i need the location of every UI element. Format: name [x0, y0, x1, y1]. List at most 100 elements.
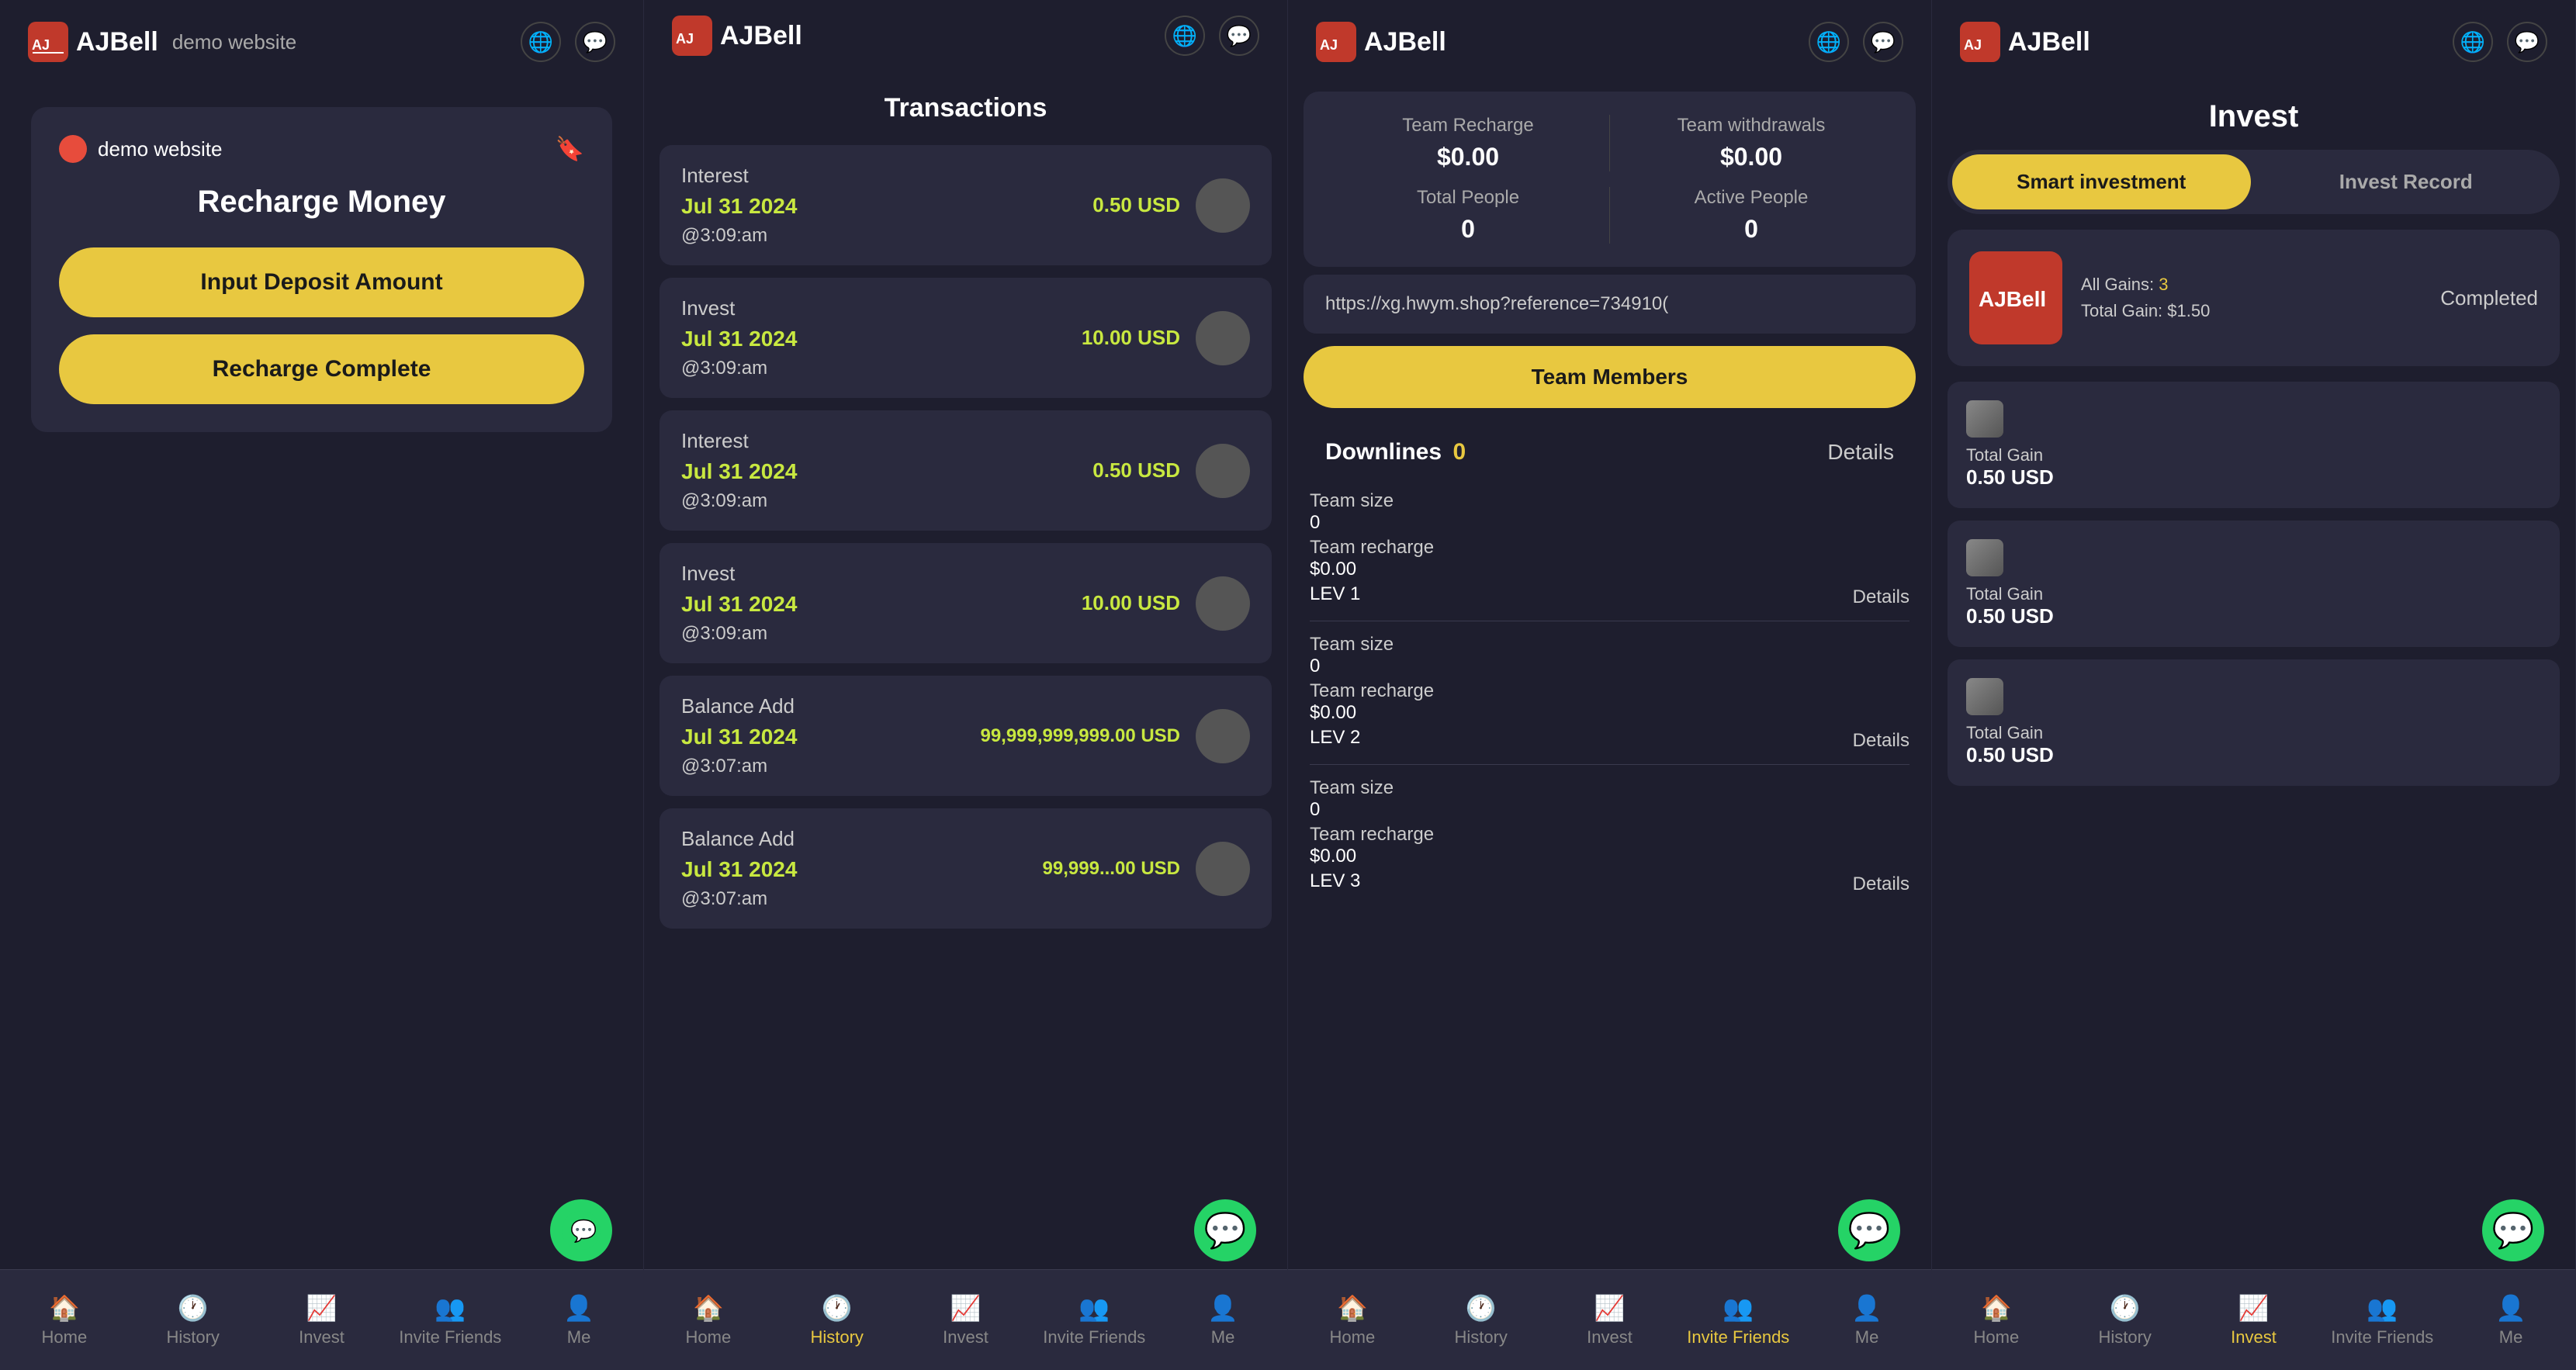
nav3-home[interactable]: 🏠 Home	[1288, 1293, 1417, 1348]
lev1-label: LEV 1	[1310, 583, 1360, 605]
input-deposit-button[interactable]: Input Deposit Amount	[59, 247, 584, 317]
site-row: demo website 🔖	[59, 135, 584, 163]
lev1-team-size-key: Team size	[1310, 490, 1909, 512]
header-team: AJ AJBell 🌐 💬	[1288, 0, 1931, 84]
nav4-invest-label: Invest	[2231, 1327, 2277, 1348]
tx-type-3: Interest	[681, 429, 797, 453]
home-icon-2: 🏠	[693, 1293, 724, 1323]
whatsapp-button-2[interactable]: 💬	[1194, 1199, 1256, 1261]
header-recharge: AJ AJBell demo website 🌐 💬	[0, 0, 643, 84]
nav2-history-label: History	[810, 1327, 863, 1348]
nav-me[interactable]: 👤 Me	[514, 1293, 643, 1348]
nav4-me-label: Me	[2499, 1327, 2523, 1348]
nav3-history-label: History	[1454, 1327, 1507, 1348]
lev3-recharge-val: $0.00	[1310, 846, 1909, 867]
nav-invite[interactable]: 👥 Invite Friends	[386, 1293, 514, 1348]
nav4-invest[interactable]: 📈 Invest	[2190, 1293, 2318, 1348]
nav-history[interactable]: 🕐 History	[129, 1293, 258, 1348]
nav4-history[interactable]: 🕐 History	[2061, 1293, 2190, 1348]
recharge-title: Recharge Money	[59, 185, 584, 220]
nav4-home[interactable]: 🏠 Home	[1932, 1293, 2061, 1348]
nav3-invite[interactable]: 👥 Invite Friends	[1674, 1293, 1802, 1348]
lev1-recharge-key: Team recharge	[1310, 537, 1909, 559]
whatsapp-button[interactable]: 💬	[550, 1199, 612, 1261]
message-button-2[interactable]: 💬	[1219, 16, 1259, 56]
recharge-complete-button[interactable]: Recharge Complete	[59, 334, 584, 404]
recharge-card: demo website 🔖 Recharge Money Input Depo…	[31, 107, 612, 432]
nav2-history[interactable]: 🕐 History	[773, 1293, 902, 1348]
tx-time-5: @3:07:am	[681, 756, 797, 777]
total-gain-text: Total Gain: $1.50	[2081, 301, 2422, 321]
reflink-box[interactable]: https://xg.hwym.shop?reference=734910(	[1304, 275, 1916, 334]
logo-area-2: AJ AJBell	[672, 16, 802, 56]
lev3-details[interactable]: Details	[1853, 874, 1909, 895]
lev2-team-size-key: Team size	[1310, 634, 1909, 656]
globe-button-4[interactable]: 🌐	[2453, 22, 2493, 62]
logo-area-3: AJ AJBell	[1316, 22, 1446, 62]
whatsapp-button-3[interactable]: 💬	[1838, 1199, 1900, 1261]
stat-team-recharge: Team Recharge $0.00	[1327, 115, 1609, 171]
invest-icon-2: 📈	[950, 1293, 982, 1323]
team-members-button[interactable]: Team Members	[1304, 346, 1916, 408]
team-withdrawals-label: Team withdrawals	[1610, 115, 1892, 137]
nav-home[interactable]: 🏠 Home	[0, 1293, 129, 1348]
tx-avatar-2	[1196, 311, 1250, 365]
tx-type-5: Balance Add	[681, 694, 797, 718]
nav3-history[interactable]: 🕐 History	[1417, 1293, 1546, 1348]
globe-button[interactable]: 🌐	[521, 22, 561, 62]
nav2-me[interactable]: 👤 Me	[1158, 1293, 1287, 1348]
bottom-nav-2: 🏠 Home 🕐 History 📈 Invest 👥 Invite Frien…	[644, 1269, 1287, 1370]
total-gain-val: $1.50	[2167, 301, 2210, 320]
header-actions-4: 🌐 💬	[2453, 22, 2547, 62]
nav2-invest[interactable]: 📈 Invest	[902, 1293, 1030, 1348]
message-button[interactable]: 💬	[575, 22, 615, 62]
tx-item-2: Invest Jul 31 2024 @3:09:am 10.00 USD	[660, 278, 1272, 398]
logo-area: AJ AJBell demo website	[28, 22, 296, 62]
stats-row-1: Team Recharge $0.00 Team withdrawals $0.…	[1327, 115, 1892, 171]
logo-brand-3: AJBell	[1364, 27, 1446, 57]
downline-lev1: Team size 0 Team recharge $0.00 LEV 1 De…	[1310, 490, 1909, 608]
stats-row-2: Total People 0 Active People 0	[1327, 187, 1892, 244]
lev1-details[interactable]: Details	[1853, 586, 1909, 608]
logo-area-4: AJ AJBell	[1960, 22, 2090, 62]
ajbell-logo-icon-3: AJ	[1316, 22, 1356, 62]
nav4-invite[interactable]: 👥 Invite Friends	[2318, 1293, 2446, 1348]
invest-record-gain-val-3: 0.50 USD	[1966, 743, 2541, 767]
tx-date-1: Jul 31 2024	[681, 194, 797, 219]
tx-amount-5: 99,999,999,999.00 USD	[980, 725, 1180, 747]
tx-left-4: Invest Jul 31 2024 @3:09:am	[681, 562, 797, 645]
nav2-home[interactable]: 🏠 Home	[644, 1293, 773, 1348]
nav3-me[interactable]: 👤 Me	[1802, 1293, 1931, 1348]
globe-button-2[interactable]: 🌐	[1165, 16, 1205, 56]
bookmark-icon[interactable]: 🔖	[556, 136, 584, 163]
message-button-3[interactable]: 💬	[1863, 22, 1903, 62]
nav4-me[interactable]: 👤 Me	[2446, 1293, 2575, 1348]
invest-record-gain-val-1: 0.50 USD	[1966, 465, 2541, 490]
tab-smart-investment[interactable]: Smart investment	[1952, 154, 2251, 209]
lev1-team-size-val: 0	[1310, 512, 1909, 534]
message-button-4[interactable]: 💬	[2507, 22, 2547, 62]
bottom-nav-recharge: 🏠 Home 🕐 History 📈 Invest 👥 Invite Frien…	[0, 1269, 643, 1370]
nav3-invest[interactable]: 📈 Invest	[1546, 1293, 1674, 1348]
tx-right-6: 99,999...00 USD	[1043, 842, 1250, 896]
invest-featured-info: All Gains: 3 Total Gain: $1.50	[2081, 275, 2422, 321]
globe-button-3[interactable]: 🌐	[1809, 22, 1849, 62]
tx-amount-1: 0.50 USD	[1092, 193, 1180, 217]
svg-text:AJBell: AJBell	[1979, 287, 2046, 311]
logo-brand-2: AJBell	[720, 21, 802, 51]
tab-invest-record[interactable]: Invest Record	[2257, 154, 2556, 209]
me-icon-2: 👤	[1207, 1293, 1238, 1323]
nav2-home-label: Home	[686, 1327, 732, 1348]
invest-page-title: Invest	[1932, 84, 2575, 142]
nav2-invite[interactable]: 👥 Invite Friends	[1030, 1293, 1158, 1348]
tx-type-2: Invest	[681, 296, 797, 320]
nav-invest[interactable]: 📈 Invest	[258, 1293, 386, 1348]
whatsapp-button-4[interactable]: 💬	[2482, 1199, 2544, 1261]
tx-right-3: 0.50 USD	[1092, 444, 1250, 498]
lev2-recharge-val: $0.00	[1310, 702, 1909, 724]
lev2-recharge-key: Team recharge	[1310, 680, 1909, 702]
lev3-team-size-key: Team size	[1310, 777, 1909, 799]
me-icon-3: 👤	[1851, 1293, 1882, 1323]
invest-icon: 📈	[306, 1293, 338, 1323]
lev2-details[interactable]: Details	[1853, 730, 1909, 752]
